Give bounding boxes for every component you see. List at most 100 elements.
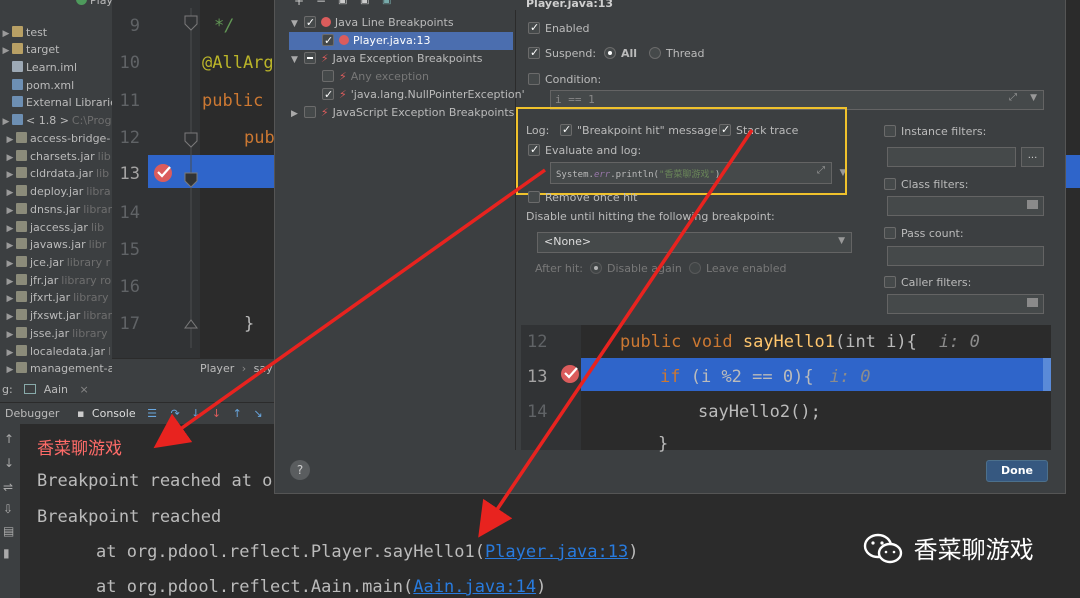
chevron-right-icon[interactable]: ▶	[4, 131, 16, 148]
chevron-right-icon[interactable]: ▶	[291, 109, 298, 119]
tree-item[interactable]: ▶ jfxswt.jar librar	[0, 307, 112, 325]
caller-filters-field[interactable]	[887, 294, 1044, 314]
remove-once-hit-checkbox[interactable]: Remove once hit	[528, 190, 638, 206]
tree-item[interactable]: ▶ test	[0, 24, 112, 42]
pass-count-field[interactable]	[887, 246, 1044, 266]
suspend-thread-radio[interactable]: Thread	[649, 46, 704, 62]
breadcrumb-class[interactable]: Player	[200, 362, 234, 375]
chevron-right-icon[interactable]: ▶	[4, 273, 16, 290]
checkbox-icon[interactable]	[322, 70, 334, 82]
chevron-right-icon[interactable]: ▶	[4, 344, 16, 361]
chevron-right-icon[interactable]: ▶	[4, 290, 16, 307]
done-button[interactable]: Done	[986, 460, 1048, 482]
tree-item[interactable]: ▶ jsse.jar library	[0, 325, 112, 343]
radio-icon[interactable]	[604, 47, 616, 59]
enabled-checkbox[interactable]: Enabled	[528, 20, 589, 37]
tab-console[interactable]: Console	[92, 407, 136, 420]
checkbox-icon[interactable]	[884, 227, 896, 239]
step-over-icon[interactable]: ↷	[170, 407, 179, 420]
close-icon[interactable]: ×	[80, 383, 89, 396]
chevron-down-icon[interactable]: ▼	[1030, 93, 1037, 103]
chevron-right-icon[interactable]: ▶	[4, 255, 16, 272]
instance-filters-checkbox[interactable]: Instance filters:	[884, 124, 986, 140]
tree-item[interactable]: ▶ deploy.jar libra	[0, 183, 112, 201]
tree-item[interactable]: pom.xml	[0, 77, 112, 95]
tree-item[interactable]: Player	[0, 0, 112, 10]
checkbox-icon[interactable]	[528, 191, 540, 203]
force-step-icon[interactable]: ↓	[212, 407, 221, 420]
checkbox-icon[interactable]	[884, 178, 896, 190]
chevron-right-icon[interactable]: ▶	[4, 237, 16, 254]
chevron-icon[interactable]: ▶	[0, 113, 12, 130]
export-icon[interactable]: ▣	[360, 0, 369, 6]
tree-item[interactable]: ▶ javaws.jar libr	[0, 236, 112, 254]
up-arrow-icon[interactable]: ↑	[4, 432, 14, 446]
import-icon[interactable]: ▣	[382, 0, 391, 6]
chevron-right-icon[interactable]: ▶	[4, 184, 16, 201]
checkbox-icon[interactable]	[322, 32, 334, 50]
scroll-end-icon[interactable]: ⇩	[3, 502, 13, 516]
checkbox-icon[interactable]	[884, 276, 896, 288]
chevron-right-icon[interactable]: ▶	[4, 149, 16, 166]
checkbox-icon[interactable]	[303, 106, 316, 118]
radio-icon[interactable]	[590, 262, 602, 274]
help-button[interactable]: ?	[290, 460, 310, 480]
breakpoint-item-selected[interactable]: Player.java:13	[289, 32, 513, 50]
breakpoint-item[interactable]: ▼ Java Line Breakpoints	[291, 14, 454, 32]
breadcrumb-method[interactable]: say	[254, 362, 273, 375]
caller-filters-checkbox[interactable]: Caller filters:	[884, 275, 971, 291]
editor-breadcrumb[interactable]: Player › say	[112, 358, 280, 378]
tree-item[interactable]: External Libraries	[0, 94, 112, 112]
tree-item[interactable]: ▶ access-bridge-	[0, 130, 112, 148]
chevron-down-icon[interactable]: ▼	[838, 236, 845, 246]
print-icon[interactable]: ▤	[3, 524, 14, 538]
instance-filters-field[interactable]	[887, 147, 1016, 167]
instance-filters-browse-button[interactable]: ...	[1021, 147, 1044, 167]
breakpoint-item[interactable]: ⚡ Any exception	[322, 68, 429, 86]
down-arrow-icon[interactable]: ↓	[4, 456, 14, 470]
breakpoint-item[interactable]: ⚡'java.lang.NullPointerException'	[322, 86, 525, 104]
step-out-icon[interactable]: ↑	[233, 407, 242, 420]
breakpoint-item[interactable]: ▼ ⚡ Java Exception Breakpoints	[291, 50, 483, 68]
suspend-checkbox[interactable]: Suspend:	[528, 45, 596, 62]
run-config-name[interactable]: Aain	[44, 383, 68, 396]
expand-icon[interactable]: ⤢	[1009, 92, 1017, 103]
folder-icon[interactable]	[1027, 200, 1038, 209]
tree-item[interactable]: ▶ jce.jar library r	[0, 254, 112, 272]
leave-enabled-radio[interactable]: Leave enabled	[689, 261, 787, 277]
tree-item[interactable]: ▶ dnsns.jar librar	[0, 201, 112, 219]
chevron-right-icon[interactable]: ▶	[4, 361, 16, 378]
add-icon[interactable]: +	[294, 0, 304, 8]
tree-item[interactable]: ▶ jaccess.jar lib	[0, 219, 112, 237]
tree-item[interactable]: ▶ jfr.jar library ro	[0, 272, 112, 290]
menu-icon[interactable]: ☰	[147, 407, 157, 420]
checkbox-icon[interactable]	[884, 125, 896, 137]
chevron-icon[interactable]: ▶	[0, 25, 12, 42]
checkbox-icon[interactable]	[528, 20, 540, 36]
stack-link-aain[interactable]: Aain.java:14	[413, 577, 536, 597]
checkbox-icon[interactable]	[303, 52, 316, 64]
checkbox-icon[interactable]	[528, 73, 540, 85]
checkbox-icon[interactable]	[303, 14, 316, 32]
preview-scrollbar[interactable]	[1043, 358, 1051, 391]
run-to-cursor-icon[interactable]: ↘	[253, 407, 262, 420]
chevron-right-icon[interactable]: ▶	[4, 326, 16, 343]
chevron-right-icon[interactable]: ▶	[4, 166, 16, 183]
breakpoint-marker-icon[interactable]	[151, 160, 177, 186]
wrap-icon[interactable]: ⇌	[3, 480, 13, 494]
tree-item[interactable]: Learn.iml	[0, 59, 112, 77]
checkbox-icon[interactable]	[528, 45, 540, 61]
tree-item[interactable]: ▶ < 1.8 >C:\Progra	[0, 112, 112, 130]
tab-debugger[interactable]: Debugger	[5, 407, 59, 420]
tree-item[interactable]: ▶ jfxrt.jar library	[0, 289, 112, 307]
tree-item[interactable]: ▶ target	[0, 41, 112, 59]
class-filters-field[interactable]	[887, 196, 1044, 216]
chevron-icon[interactable]: ▶	[0, 42, 12, 59]
chevron-down-icon[interactable]: ▼	[291, 55, 298, 65]
chevron-right-icon[interactable]: ▶	[4, 308, 16, 325]
radio-icon[interactable]	[689, 262, 701, 274]
chevron-right-icon[interactable]: ▶	[4, 220, 16, 237]
trash-icon[interactable]: ▮	[3, 546, 10, 560]
class-filters-checkbox[interactable]: Class filters:	[884, 177, 968, 193]
folder-icon[interactable]	[1027, 298, 1038, 307]
